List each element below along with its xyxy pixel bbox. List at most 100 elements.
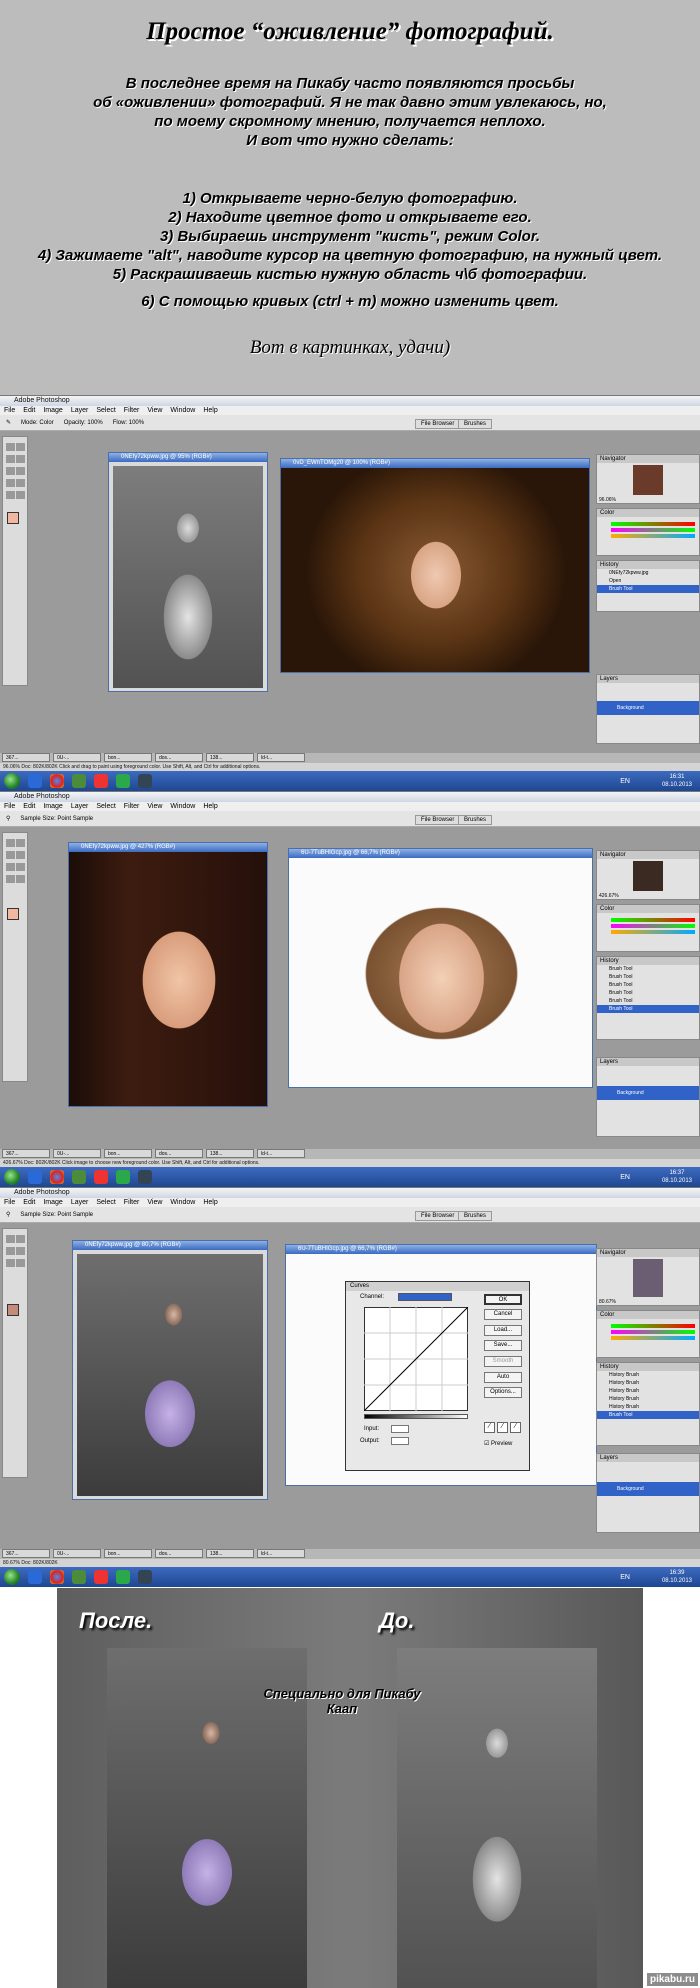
crop-tool-icon[interactable] <box>6 863 15 871</box>
menu-layer[interactable]: Layer <box>71 802 89 811</box>
document-window-color[interactable]: 6U-7TuBHIGcp.jpg @ 66,7% (RGB#) <box>288 848 593 1088</box>
minimized-doc[interactable]: bon... <box>104 1149 152 1158</box>
color-tab[interactable]: Color <box>597 509 699 517</box>
app-icon[interactable] <box>72 774 86 788</box>
menu-window[interactable]: Window <box>170 406 195 415</box>
chrome-icon[interactable] <box>50 1570 64 1584</box>
minimized-doc[interactable]: bon... <box>104 753 152 762</box>
wand-tool-icon[interactable] <box>16 455 25 463</box>
file-browser-tab[interactable]: File Browser <box>415 419 461 429</box>
menu-select[interactable]: Select <box>96 1198 115 1207</box>
menu-window[interactable]: Window <box>170 802 195 811</box>
flow-field[interactable]: Flow: 100% <box>113 415 144 430</box>
curve-graph[interactable] <box>364 1307 468 1411</box>
history-item[interactable]: Brush Tool <box>597 965 699 973</box>
language-indicator[interactable]: EN <box>620 1574 630 1581</box>
document-window-bw[interactable]: 0NEfy72kpww.jpg @ 95% (RGB#) <box>108 452 268 692</box>
move-tool-icon[interactable] <box>16 839 25 847</box>
navigator-tab[interactable]: Navigator <box>597 1249 699 1257</box>
marquee-tool-icon[interactable] <box>6 839 15 847</box>
history-item[interactable]: History Brush <box>597 1395 699 1403</box>
history-item[interactable]: Open <box>597 577 699 585</box>
document-window-color[interactable]: 0vD_EWnTOMg20 @ 100% (RGB#) <box>280 458 590 673</box>
minimized-doc[interactable]: 367... <box>2 1149 50 1158</box>
yandex-icon[interactable] <box>94 1170 108 1184</box>
layer-row[interactable]: Background <box>597 1482 699 1496</box>
menu-help[interactable]: Help <box>203 406 217 415</box>
layer-row[interactable]: Background <box>597 701 699 715</box>
navigator-tab[interactable]: Navigator <box>597 851 699 859</box>
utorrent-icon[interactable] <box>116 1570 130 1584</box>
menu-filter[interactable]: Filter <box>124 1198 140 1207</box>
yandex-icon[interactable] <box>94 1570 108 1584</box>
channel-select[interactable] <box>398 1293 452 1301</box>
history-tab[interactable]: History <box>597 561 699 569</box>
save-button[interactable]: Save... <box>484 1340 522 1351</box>
history-item[interactable]: History Brush <box>597 1379 699 1387</box>
menu-edit[interactable]: Edit <box>23 1198 35 1207</box>
brushes-tab[interactable]: Brushes <box>458 815 493 825</box>
menu-select[interactable]: Select <box>96 802 115 811</box>
minimized-doc[interactable]: ld-t... <box>257 753 305 762</box>
minimized-doc[interactable]: 138... <box>206 1149 254 1158</box>
brush-icon[interactable]: ✎ <box>6 415 11 430</box>
layers-tab[interactable]: Layers <box>597 1454 699 1462</box>
menu-image[interactable]: Image <box>43 1198 62 1207</box>
layer-row[interactable]: Background <box>597 1086 699 1100</box>
ok-button[interactable]: OK <box>484 1294 522 1305</box>
load-button[interactable]: Load... <box>484 1325 522 1336</box>
history-item[interactable]: Brush Tool <box>597 981 699 989</box>
foreground-color-swatch[interactable] <box>7 512 19 524</box>
menu-file[interactable]: File <box>4 802 15 811</box>
eraser-tool-icon[interactable] <box>16 479 25 487</box>
brush-tool-icon[interactable] <box>16 467 25 475</box>
color-tab[interactable]: Color <box>597 1311 699 1319</box>
minimized-doc[interactable]: 138... <box>206 1549 254 1558</box>
menu-file[interactable]: File <box>4 1198 15 1207</box>
brush-tool-icon[interactable] <box>16 863 25 871</box>
brushes-tab[interactable]: Brushes <box>458 1211 493 1221</box>
app-icon[interactable] <box>72 1570 86 1584</box>
history-item[interactable]: History Brush <box>597 1403 699 1411</box>
history-item[interactable]: History Brush <box>597 1371 699 1379</box>
minimized-doc[interactable]: 367... <box>2 1549 50 1558</box>
history-item[interactable]: Brush Tool <box>597 989 699 997</box>
hand-tool-icon[interactable] <box>16 491 25 499</box>
history-item[interactable]: Brush Tool <box>597 973 699 981</box>
utorrent-icon[interactable] <box>116 774 130 788</box>
minimized-doc[interactable]: 138... <box>206 753 254 762</box>
document-window-bw[interactable]: 0NEfy72kpww.jpg @ 427% (RGB#) <box>68 842 268 1107</box>
explorer-icon[interactable] <box>28 1170 42 1184</box>
history-item-selected[interactable]: Brush Tool <box>597 585 699 593</box>
lasso-tool-icon[interactable] <box>6 851 15 859</box>
menu-window[interactable]: Window <box>170 1198 195 1207</box>
minimized-doc[interactable]: dos... <box>155 1149 203 1158</box>
history-item[interactable]: Brush Tool <box>597 997 699 1005</box>
brushes-tab[interactable]: Brushes <box>458 419 493 429</box>
app-icon[interactable] <box>72 1170 86 1184</box>
minimized-doc[interactable]: ld-t... <box>257 1149 305 1158</box>
menu-file[interactable]: File <box>4 406 15 415</box>
color-tab[interactable]: Color <box>597 905 699 913</box>
wand-tool-icon[interactable] <box>16 1247 25 1255</box>
photoshop-icon[interactable] <box>138 1170 152 1184</box>
minimized-doc[interactable]: bon... <box>104 1549 152 1558</box>
marquee-tool-icon[interactable] <box>6 1235 15 1243</box>
minimized-doc[interactable]: dos... <box>155 753 203 762</box>
menu-filter[interactable]: Filter <box>124 802 140 811</box>
opacity-field[interactable]: Opacity: 100% <box>64 415 103 430</box>
stamp-tool-icon[interactable] <box>6 875 15 883</box>
cancel-button[interactable]: Cancel <box>484 1309 522 1320</box>
utorrent-icon[interactable] <box>116 1170 130 1184</box>
history-tab[interactable]: History <box>597 1363 699 1371</box>
file-browser-tab[interactable]: File Browser <box>415 815 461 825</box>
minimized-doc[interactable]: 0U-... <box>53 753 101 762</box>
auto-button[interactable]: Auto <box>484 1372 522 1383</box>
menu-edit[interactable]: Edit <box>23 802 35 811</box>
sample-size-select[interactable]: Sample Size: Point Sample <box>20 811 93 826</box>
eraser-tool-icon[interactable] <box>16 875 25 883</box>
menu-view[interactable]: View <box>147 1198 162 1207</box>
menu-image[interactable]: Image <box>43 406 62 415</box>
chrome-icon[interactable] <box>50 774 64 788</box>
start-button[interactable] <box>4 773 20 789</box>
